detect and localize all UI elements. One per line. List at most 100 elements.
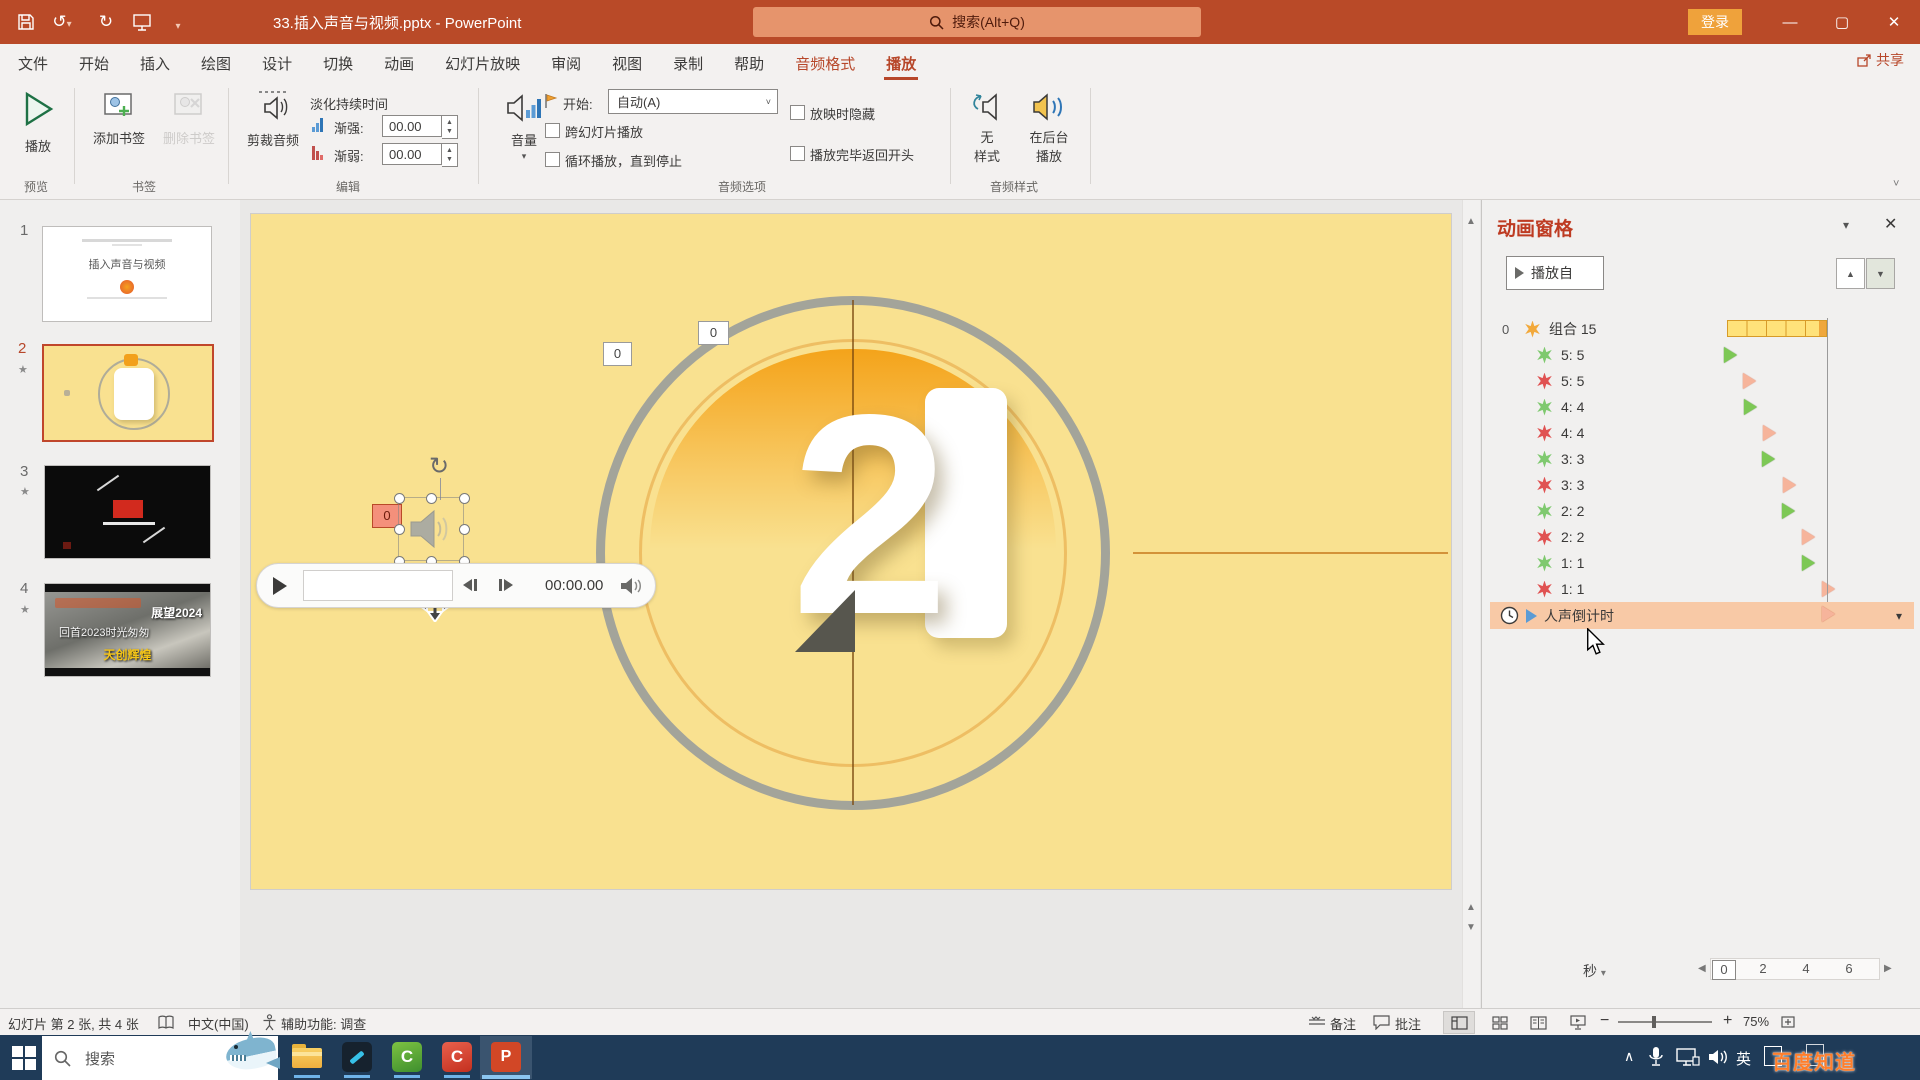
zoom-slider-thumb[interactable]	[1652, 1016, 1656, 1028]
fit-slide-icon[interactable]	[1780, 1014, 1796, 1030]
reading-view-button[interactable]	[1522, 1011, 1554, 1034]
timeline-marker[interactable]	[1802, 555, 1815, 571]
player-volume-icon[interactable]	[619, 576, 643, 596]
file-explorer-icon[interactable]	[292, 1042, 322, 1070]
tab-help[interactable]: 帮助	[732, 44, 766, 82]
tab-record[interactable]: 录制	[671, 44, 705, 82]
microphone-icon[interactable]	[1648, 1046, 1664, 1068]
no-style-button[interactable]: 无 样式	[962, 90, 1012, 165]
normal-view-button[interactable]	[1443, 1011, 1475, 1034]
timeline-marker[interactable]	[1743, 373, 1756, 389]
animation-item[interactable]: 3: 3	[1490, 472, 1920, 498]
move-earlier-button[interactable]: ▲	[1836, 258, 1865, 289]
camtasia-green-app-icon[interactable]: C	[392, 1042, 422, 1072]
close-button[interactable]: ✕	[1868, 0, 1920, 44]
animation-item[interactable]: 5: 5	[1490, 342, 1920, 368]
slide-thumbnail-1[interactable]: 插入声音与视频	[42, 226, 212, 322]
play-in-background-button[interactable]: 在后台 播放	[1020, 90, 1078, 165]
slide-canvas[interactable]: 2 0 0 0 ↻	[251, 214, 1451, 889]
loop-until-stopped-checkbox[interactable]	[545, 152, 560, 167]
video-editor-app-icon[interactable]	[342, 1042, 372, 1072]
tab-insert[interactable]: 插入	[138, 44, 172, 82]
scroll-down-icon[interactable]: ▲	[1464, 902, 1478, 913]
camtasia-red-app-icon[interactable]: C	[442, 1042, 472, 1072]
timeline-bar[interactable]	[1727, 320, 1827, 337]
timeline-scroll-left-icon[interactable]: ◀	[1698, 963, 1706, 974]
zoom-level[interactable]: 75%	[1743, 1014, 1769, 1029]
timeline-marker[interactable]	[1782, 503, 1795, 519]
pane-close-icon[interactable]: ✕	[1884, 214, 1897, 234]
pane-menu-caret-icon[interactable]: ▾	[1843, 218, 1849, 232]
accessibility-status[interactable]: 辅助功能: 调查	[281, 1014, 366, 1033]
slideshow-view-button[interactable]	[1562, 1011, 1594, 1034]
timeline-marker[interactable]	[1724, 347, 1737, 363]
tab-draw[interactable]: 绘图	[199, 44, 233, 82]
tray-expand-icon[interactable]: ∧	[1624, 1048, 1634, 1065]
slide-sorter-view-button[interactable]	[1484, 1011, 1516, 1034]
play-preview-button[interactable]: 播放	[12, 90, 64, 155]
tab-animations[interactable]: 动画	[382, 44, 416, 82]
shark-mascot-icon[interactable]	[222, 1031, 282, 1079]
trim-audio-button[interactable]: 剪裁音频	[242, 90, 304, 149]
slide-thumbnail-3[interactable]	[44, 465, 211, 559]
hide-during-show-checkbox[interactable]	[790, 105, 805, 120]
player-play-button[interactable]	[273, 577, 287, 595]
ime-language-indicator[interactable]: 英	[1736, 1048, 1751, 1069]
timeline-marker[interactable]	[1802, 529, 1815, 545]
animation-item[interactable]: 0 组合 15	[1490, 316, 1914, 342]
tab-file[interactable]: 文件	[16, 44, 50, 82]
timeline-marker[interactable]	[1783, 477, 1796, 493]
timeline-marker[interactable]	[1762, 451, 1775, 467]
search-box[interactable]: 搜索(Alt+Q)	[753, 7, 1201, 37]
audio-object-selection[interactable]	[398, 497, 464, 561]
tab-playback[interactable]: 播放	[884, 44, 918, 82]
maximize-button[interactable]: ▢	[1816, 0, 1868, 44]
fade-out-spinner[interactable]: ▲▼	[442, 143, 458, 167]
login-button[interactable]: 登录	[1688, 9, 1742, 35]
play-from-button[interactable]: 播放自	[1506, 256, 1604, 290]
timeline-scroll-right-icon[interactable]: ▶	[1884, 963, 1892, 974]
timeline-marker[interactable]	[1822, 606, 1835, 622]
undo-icon[interactable]: ↺▾	[50, 10, 74, 34]
player-back-button[interactable]	[463, 579, 477, 591]
animation-item[interactable]: 3: 3	[1490, 446, 1920, 472]
redo-icon[interactable]: ↻	[94, 10, 118, 34]
animation-item[interactable]: 4: 4	[1490, 394, 1920, 420]
powerpoint-taskbar-highlight[interactable]: P	[480, 1036, 532, 1079]
notes-button[interactable]: 备注	[1330, 1014, 1356, 1033]
animation-item[interactable]: 1: 1	[1490, 576, 1920, 602]
speaker-icon[interactable]	[1708, 1048, 1730, 1066]
resize-handle[interactable]	[459, 493, 470, 504]
next-slide-icon[interactable]: ▼	[1464, 922, 1478, 933]
animation-badge-2[interactable]: 0	[698, 321, 729, 345]
animation-item[interactable]: 2: 2	[1490, 524, 1920, 550]
animation-item[interactable]: 5: 5	[1490, 368, 1920, 394]
accessibility-icon[interactable]	[262, 1014, 277, 1031]
share-button[interactable]: 共享	[1857, 50, 1904, 70]
resize-handle[interactable]	[394, 524, 405, 535]
resize-handle[interactable]	[459, 524, 470, 535]
spellcheck-book-icon[interactable]	[158, 1015, 174, 1030]
tab-home[interactable]: 开始	[77, 44, 111, 82]
network-display-icon[interactable]	[1676, 1048, 1700, 1066]
minimize-button[interactable]: —	[1764, 0, 1816, 44]
tab-slideshow[interactable]: 幻灯片放映	[443, 44, 522, 82]
fade-out-input[interactable]: 00.00	[382, 143, 442, 165]
save-icon[interactable]	[14, 10, 38, 34]
timeline-marker[interactable]	[1744, 399, 1757, 415]
start-button-icon[interactable]	[12, 1046, 36, 1070]
tab-view[interactable]: 视图	[610, 44, 644, 82]
volume-button[interactable]: 音量 ▾	[500, 90, 548, 162]
start-dropdown[interactable]: 自动(A) ˅	[608, 89, 778, 114]
slide-thumbnail-4[interactable]: 展望2024 回首2023时光匆匆 天创辉煌	[44, 583, 211, 677]
animation-item[interactable]: 4: 4	[1490, 420, 1920, 446]
animation-badge-1[interactable]: 0	[603, 342, 632, 366]
zoom-out-button[interactable]: −	[1600, 1012, 1609, 1030]
tab-audio-format[interactable]: 音频格式	[793, 44, 857, 82]
timeline-scale[interactable]: 0 2 4 6	[1710, 958, 1880, 980]
rewind-after-playing-checkbox[interactable]	[790, 146, 805, 161]
timeline-unit-dropdown[interactable]: 秒 ▾	[1583, 961, 1606, 981]
player-forward-button[interactable]	[499, 579, 513, 591]
move-later-button[interactable]: ▼	[1866, 258, 1895, 289]
play-across-slides-checkbox[interactable]	[545, 123, 560, 138]
